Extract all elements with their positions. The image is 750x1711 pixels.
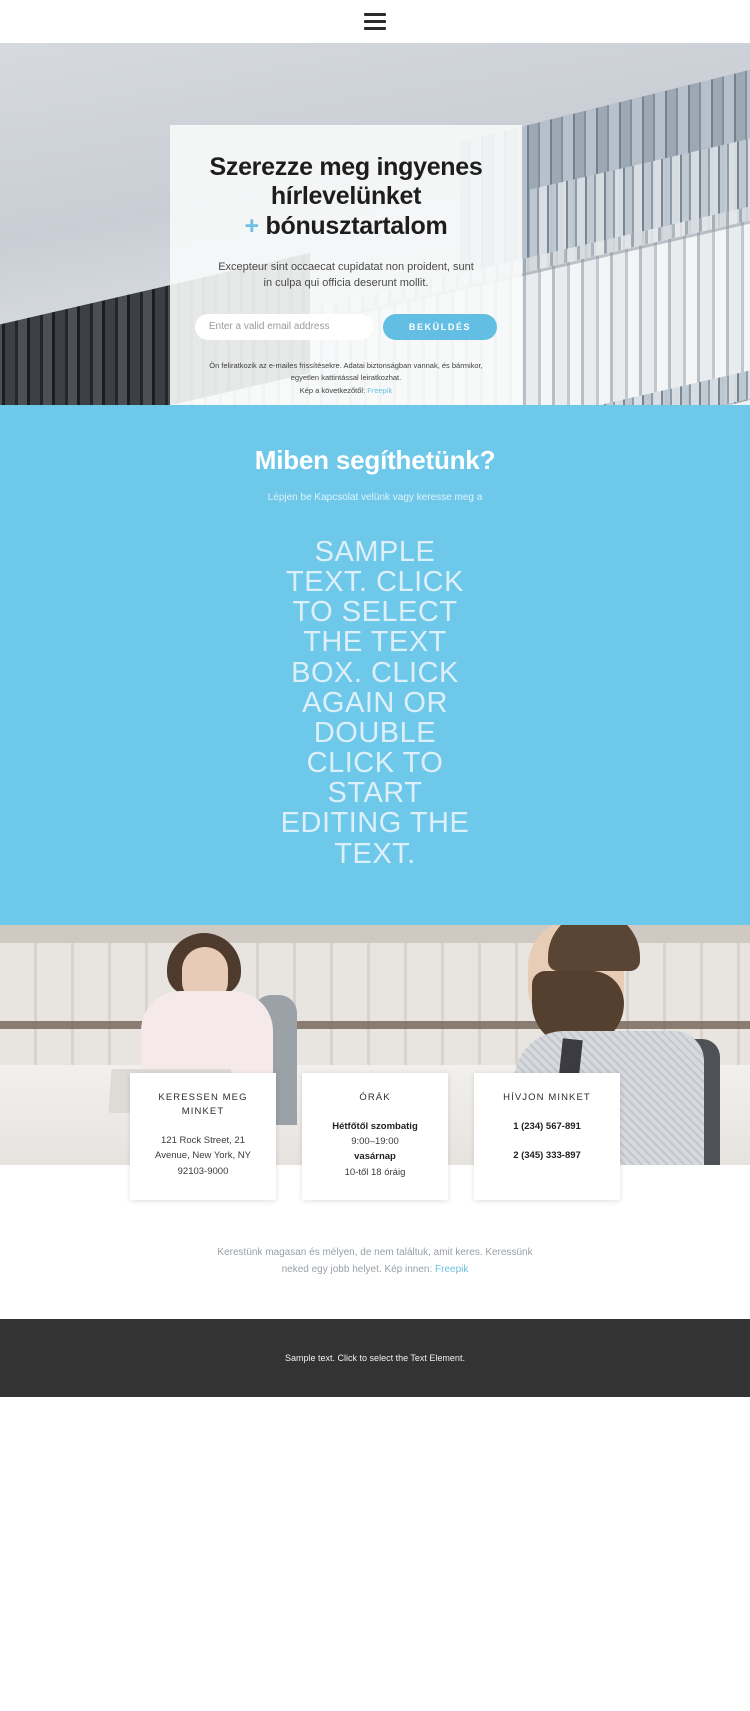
contact-cards-row: KERESSEN MEG MINKET 121 Rock Street, 21 …: [0, 1072, 750, 1210]
bottom-note-line-1: Kerestünk magasan és mélyen, de nem talá…: [217, 1246, 533, 1258]
email-input[interactable]: [194, 313, 373, 340]
hero-subtitle: Excepteur sint occaecat cupidatat non pr…: [218, 260, 474, 290]
top-bar: [0, 0, 750, 43]
hamburger-line: [364, 13, 386, 16]
contact-card-hours: ÓRÁK Hétfőtől szombatig 9:00–19:00 vasár…: [302, 1072, 448, 1200]
newsletter-signup-form: BEKÜLDÉS: [194, 313, 498, 340]
hero-title-plus-symbol: +: [244, 211, 260, 240]
man-hair: [548, 924, 640, 971]
help-section-subtitle: Lépjen be Kapcsolat velünk vagy keresse …: [267, 492, 483, 503]
hero-fineprint: Ön feliratkozik az e-mailes frissítésekr…: [196, 360, 496, 397]
card-line: vasárnap: [354, 1151, 396, 1163]
page-footer: Sample text. Click to select the Text El…: [0, 1318, 750, 1397]
freepik-link-footer[interactable]: Freepik: [435, 1264, 468, 1275]
fineprint-line-1: Ön feliratkozik az e-mailes frissítésekr…: [209, 360, 483, 370]
bottom-note-credit-prefix: neked egy jobb helyet. Kép innen:: [281, 1264, 436, 1276]
card-title: KERESSEN MEG MINKET: [158, 1091, 248, 1117]
bottom-note-line-2: neked egy jobb helyet. Kép innen: Freepi…: [150, 1261, 600, 1279]
card-line: 9:00–19:00: [351, 1136, 399, 1148]
fineprint-line-3: Kép a következőtől: Freepik: [196, 385, 496, 397]
card-title: HÍVJON MINKET: [503, 1091, 591, 1103]
hamburger-menu-icon[interactable]: [364, 13, 386, 30]
fineprint-credit-prefix: Kép a következőtől:: [299, 385, 368, 395]
hero-section: Szerezze meg ingyenes hírlevelünket + bó…: [0, 43, 750, 405]
freepik-link[interactable]: Freepik: [367, 386, 392, 395]
hero-title-line-1: Szerezze meg ingyenes: [209, 153, 483, 181]
fineprint-line-2: egyetlen kattintással leiratkozhat.: [290, 373, 402, 383]
submit-button[interactable]: BEKÜLDÉS: [382, 313, 498, 340]
help-section-body-text: SAMPLE TEXT. CLICK TO SELECT THE TEXT BO…: [280, 536, 470, 870]
contact-card-phone: HÍVJON MINKET 1 (234) 567-891 2 (345) 33…: [474, 1072, 620, 1200]
hero-title: Szerezze meg ingyenes hírlevelünket + bó…: [196, 153, 496, 241]
card-line: 121 Rock Street, 21: [161, 1135, 245, 1147]
help-section-title: Miben segíthetünk?: [254, 445, 496, 475]
card-line: Avenue, New York, NY: [155, 1150, 251, 1162]
card-line: 2 (345) 333-897: [513, 1150, 581, 1162]
contact-card-address: KERESSEN MEG MINKET 121 Rock Street, 21 …: [130, 1072, 276, 1200]
hero-title-line-3: bónusztartalom: [265, 211, 448, 240]
hero-title-line-2: hírlevelünket: [270, 182, 422, 211]
hero-signup-card: Szerezze meg ingyenes hírlevelünket + bó…: [170, 125, 522, 405]
bottom-note: Kerestünk magasan és mélyen, de nem talá…: [0, 1210, 750, 1319]
card-line: Hétfőtől szombatig: [332, 1120, 418, 1132]
card-title: ÓRÁK: [359, 1091, 391, 1103]
hamburger-line: [364, 27, 386, 30]
help-section: Miben segíthetünk? Lépjen be Kapcsolat v…: [0, 405, 750, 925]
card-line: 1 (234) 567-891: [513, 1120, 581, 1132]
hamburger-line: [364, 20, 386, 23]
footer-text: Sample text. Click to select the Text El…: [285, 1352, 465, 1363]
card-line: 92103-9000: [177, 1165, 229, 1177]
card-line: 10-től 18 óráig: [344, 1166, 406, 1178]
